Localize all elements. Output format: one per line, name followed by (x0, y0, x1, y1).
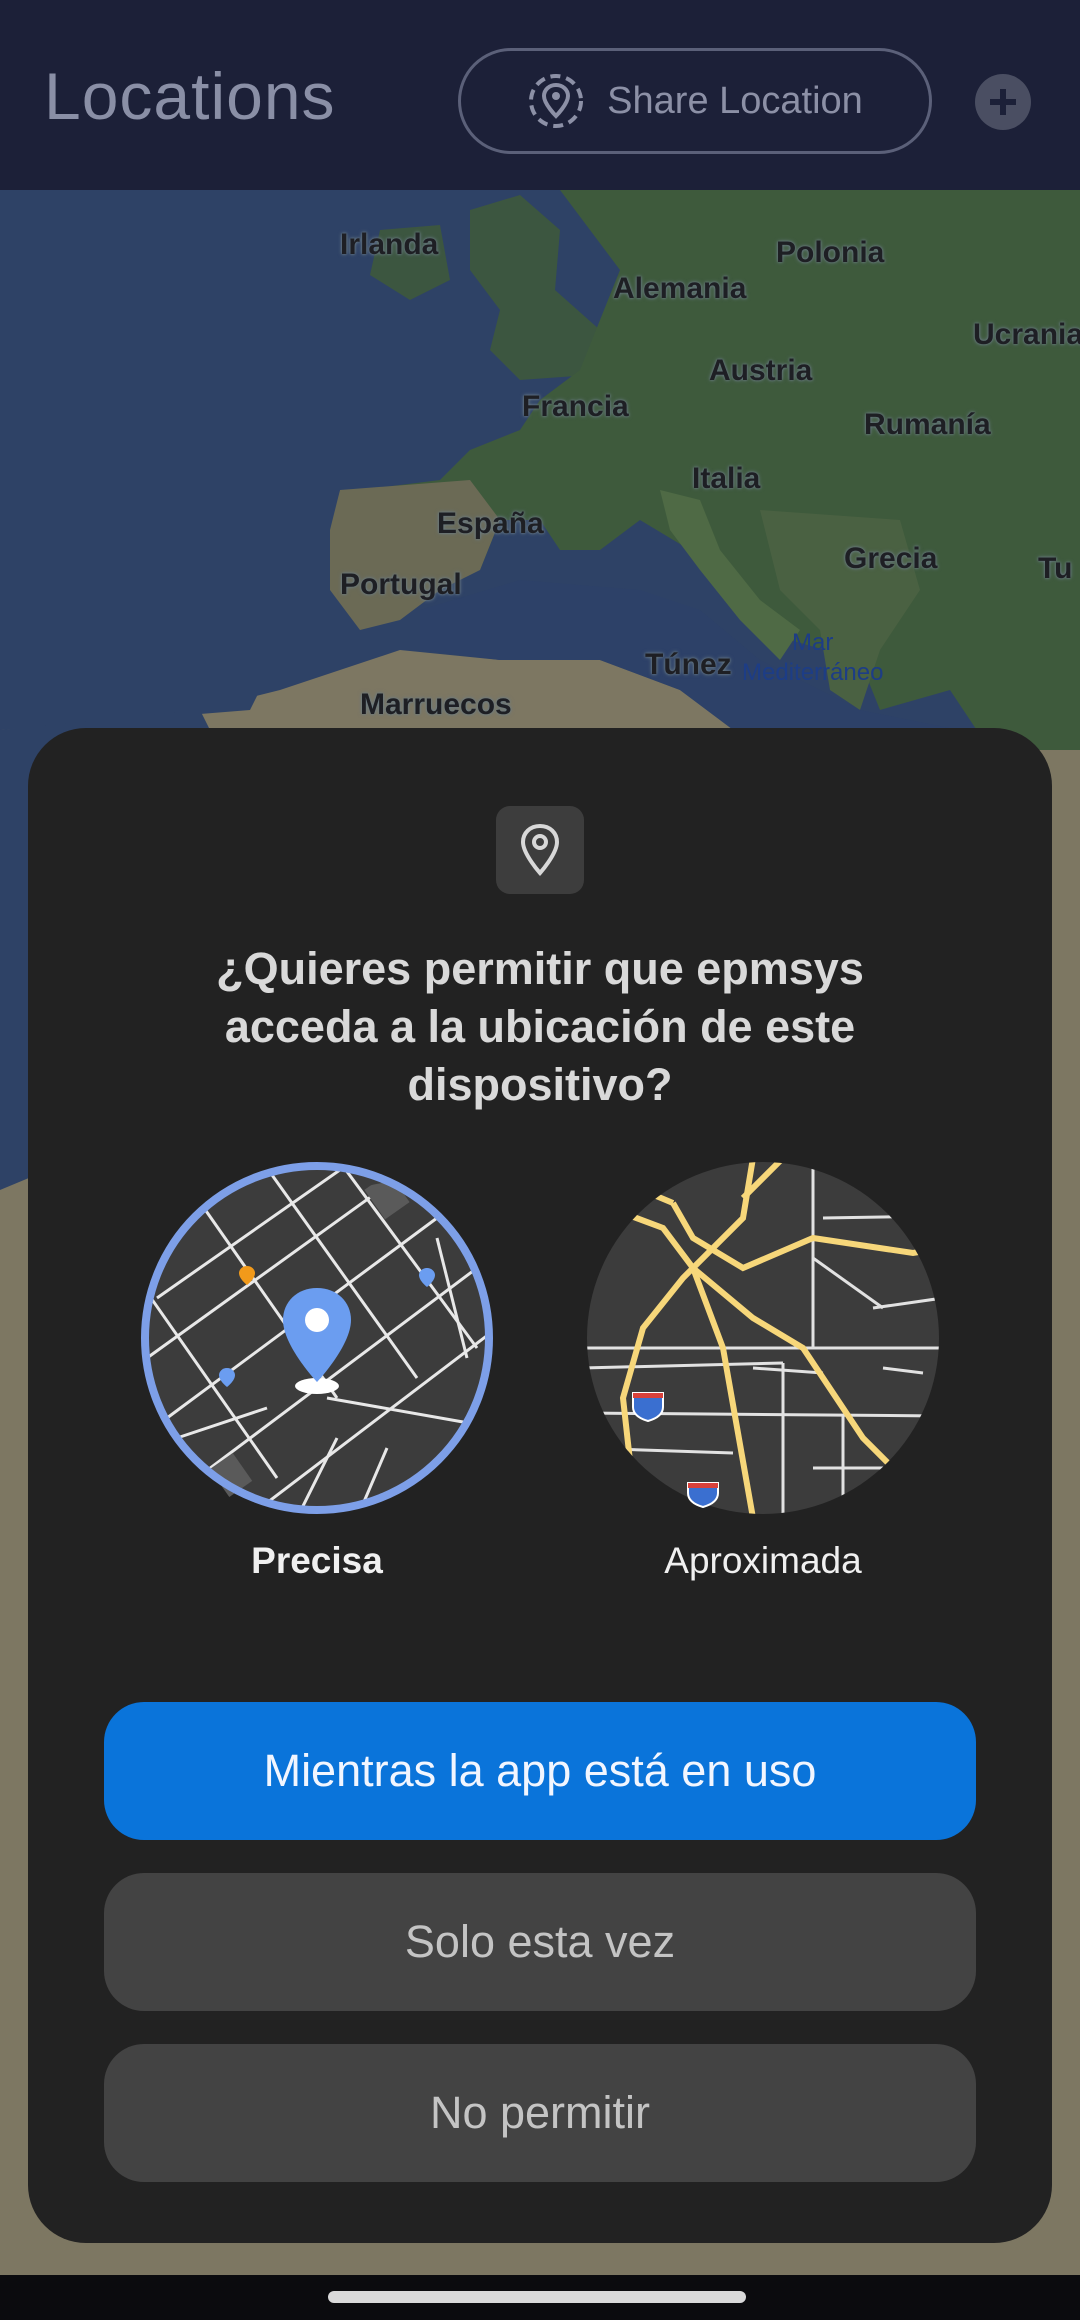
map-label-tunez: Túnez (645, 648, 732, 681)
map-label-turquia: Tu (1038, 552, 1073, 585)
map-label-mediterraneo: Mar Mediterráneo (742, 628, 883, 688)
map-label-espana: España (437, 507, 544, 540)
map-sea-line1: Mar (792, 629, 834, 656)
system-navigation-bar (0, 2275, 1080, 2320)
precise-label: Precisa (251, 1540, 383, 1581)
map-sea-line2: Mediterráneo (742, 659, 884, 686)
precise-map-icon (141, 1162, 493, 1514)
map-label-marruecos: Marruecos (360, 688, 512, 721)
approximate-map-icon (587, 1162, 939, 1514)
location-permission-dialog: ¿Quieres permitir que epmsys acceda a la… (28, 728, 1052, 2243)
location-target-icon (529, 74, 584, 128)
map-label-grecia: Grecia (844, 542, 938, 575)
home-indicator[interactable] (328, 2291, 746, 2303)
map-label-rumania: Rumanía (864, 408, 991, 441)
map-label-francia: Francia (522, 390, 629, 423)
map-label-irlanda: Irlanda (340, 228, 439, 261)
map-label-ucrania: Ucrania (973, 318, 1080, 351)
map-label-italia: Italia (692, 462, 761, 495)
approximate-label: Aproximada (664, 1540, 862, 1581)
while-using-app-button[interactable]: Mientras la app está en uso (104, 1702, 976, 1840)
precise-location-option[interactable]: Precisa (137, 1158, 497, 1582)
map-label-austria: Austria (709, 354, 813, 387)
share-location-button[interactable]: Share Location (458, 48, 932, 154)
map-label-alemania: Alemania (613, 272, 747, 305)
plus-icon (990, 89, 1016, 115)
add-button[interactable] (975, 74, 1031, 130)
deny-button[interactable]: No permitir (104, 2044, 976, 2182)
page-title: Locations (44, 59, 336, 133)
dialog-title: ¿Quieres permitir que epmsys acceda a la… (216, 943, 864, 1110)
only-this-time-button[interactable]: Solo esta vez (104, 1873, 976, 2011)
app-bar: Locations Share Location (0, 0, 1080, 190)
approximate-location-option[interactable]: Aproximada (583, 1158, 943, 1582)
location-pin-icon (496, 806, 584, 894)
map-label-polonia: Polonia (776, 236, 885, 269)
map-label-portugal: Portugal (340, 568, 462, 601)
share-location-label: Share Location (607, 79, 863, 122)
